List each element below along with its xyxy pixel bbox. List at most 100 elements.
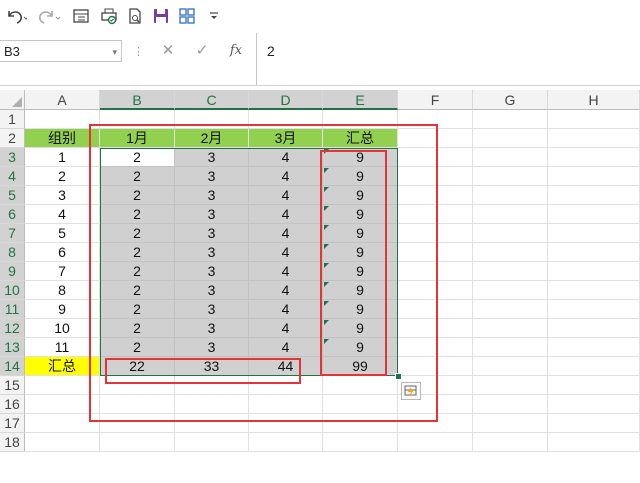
table-cell[interactable]: 2 bbox=[100, 148, 175, 167]
row-header-2[interactable]: 2 bbox=[0, 129, 25, 148]
column-header-h[interactable]: H bbox=[548, 90, 640, 110]
cell-b15[interactable] bbox=[100, 376, 175, 395]
table-cell[interactable]: 9 bbox=[323, 148, 398, 167]
cell-h12[interactable] bbox=[548, 319, 640, 338]
print-preview-icon[interactable] bbox=[98, 5, 120, 27]
cell-b17[interactable] bbox=[100, 414, 175, 433]
row-header-18[interactable]: 18 bbox=[0, 433, 25, 452]
formula-input[interactable]: 2 bbox=[256, 33, 640, 85]
fill-handle[interactable] bbox=[395, 373, 402, 380]
cell-d17[interactable] bbox=[249, 414, 323, 433]
table-cell[interactable]: 2 bbox=[100, 167, 175, 186]
cell-f10[interactable] bbox=[398, 281, 473, 300]
table-cell[interactable]: 9 bbox=[323, 300, 398, 319]
cell-a16[interactable] bbox=[25, 395, 100, 414]
cell-h11[interactable] bbox=[548, 300, 640, 319]
table-header-cell[interactable]: 组别 bbox=[25, 129, 100, 148]
cell-f4[interactable] bbox=[398, 167, 473, 186]
table-cell[interactable]: 4 bbox=[249, 243, 323, 262]
print-icon[interactable] bbox=[124, 5, 146, 27]
cell-h8[interactable] bbox=[548, 243, 640, 262]
table-cell[interactable]: 4 bbox=[249, 319, 323, 338]
cell-f6[interactable] bbox=[398, 205, 473, 224]
table-cell[interactable]: 3 bbox=[25, 186, 100, 205]
table-cell[interactable]: 4 bbox=[249, 262, 323, 281]
cell-b16[interactable] bbox=[100, 395, 175, 414]
chevron-down-icon[interactable]: ▾ bbox=[112, 41, 117, 63]
table-cell[interactable]: 9 bbox=[323, 262, 398, 281]
table-cell[interactable]: 2 bbox=[100, 300, 175, 319]
table-header-cell[interactable]: 2月 bbox=[175, 129, 249, 148]
cell-a1[interactable] bbox=[25, 110, 100, 129]
cell-c17[interactable] bbox=[175, 414, 249, 433]
table-cell[interactable]: 2 bbox=[100, 224, 175, 243]
cell-g1[interactable] bbox=[473, 110, 548, 129]
cell-c1[interactable] bbox=[175, 110, 249, 129]
cell-g12[interactable] bbox=[473, 319, 548, 338]
cell-f12[interactable] bbox=[398, 319, 473, 338]
table-cell[interactable]: 3 bbox=[175, 186, 249, 205]
cell-h13[interactable] bbox=[548, 338, 640, 357]
cell-h14[interactable] bbox=[548, 357, 640, 376]
insert-function-icon[interactable]: fx bbox=[224, 40, 248, 62]
cell-g13[interactable] bbox=[473, 338, 548, 357]
total-cell[interactable]: 22 bbox=[100, 357, 175, 376]
cell-f8[interactable] bbox=[398, 243, 473, 262]
column-header-e[interactable]: E bbox=[323, 90, 398, 110]
more-icon[interactable] bbox=[204, 5, 224, 27]
table-cell[interactable]: 3 bbox=[175, 205, 249, 224]
total-cell[interactable]: 33 bbox=[175, 357, 249, 376]
cell-f18[interactable] bbox=[398, 433, 473, 452]
cell-f11[interactable] bbox=[398, 300, 473, 319]
cell-h10[interactable] bbox=[548, 281, 640, 300]
row-header-11[interactable]: 11 bbox=[0, 300, 25, 319]
table-cell[interactable]: 6 bbox=[25, 243, 100, 262]
table-cell[interactable]: 4 bbox=[25, 205, 100, 224]
table-cell[interactable]: 9 bbox=[323, 186, 398, 205]
cell-g17[interactable] bbox=[473, 414, 548, 433]
row-header-6[interactable]: 6 bbox=[0, 205, 25, 224]
row-header-10[interactable]: 10 bbox=[0, 281, 25, 300]
cell-g11[interactable] bbox=[473, 300, 548, 319]
column-header-d[interactable]: D bbox=[249, 90, 323, 110]
table-cell[interactable]: 4 bbox=[249, 224, 323, 243]
row-header-1[interactable]: 1 bbox=[0, 110, 25, 129]
cell-h2[interactable] bbox=[548, 129, 640, 148]
table-cell[interactable]: 1 bbox=[25, 148, 100, 167]
table-cell[interactable]: 9 bbox=[323, 319, 398, 338]
cell-b1[interactable] bbox=[100, 110, 175, 129]
row-header-4[interactable]: 4 bbox=[0, 167, 25, 186]
cell-f13[interactable] bbox=[398, 338, 473, 357]
table-cell[interactable]: 4 bbox=[249, 148, 323, 167]
redo-icon[interactable] bbox=[36, 5, 64, 27]
cell-h7[interactable] bbox=[548, 224, 640, 243]
table-cell[interactable]: 3 bbox=[175, 224, 249, 243]
cell-f17[interactable] bbox=[398, 414, 473, 433]
enter-icon[interactable]: ✓ bbox=[190, 40, 214, 62]
row-header-5[interactable]: 5 bbox=[0, 186, 25, 205]
table-cell[interactable]: 3 bbox=[175, 167, 249, 186]
cell-f3[interactable] bbox=[398, 148, 473, 167]
table-cell[interactable]: 3 bbox=[175, 319, 249, 338]
table-cell[interactable]: 10 bbox=[25, 319, 100, 338]
total-cell[interactable]: 44 bbox=[249, 357, 323, 376]
cell-a17[interactable] bbox=[25, 414, 100, 433]
cell-e17[interactable] bbox=[323, 414, 398, 433]
cell-g5[interactable] bbox=[473, 186, 548, 205]
table-cell[interactable]: 2 bbox=[25, 167, 100, 186]
cell-f1[interactable] bbox=[398, 110, 473, 129]
cell-g2[interactable] bbox=[473, 129, 548, 148]
cell-h4[interactable] bbox=[548, 167, 640, 186]
cell-g10[interactable] bbox=[473, 281, 548, 300]
row-header-12[interactable]: 12 bbox=[0, 319, 25, 338]
cancel-icon[interactable]: ✕ bbox=[156, 40, 180, 62]
table-cell[interactable]: 9 bbox=[323, 281, 398, 300]
table-cell[interactable]: 2 bbox=[100, 205, 175, 224]
row-header-17[interactable]: 17 bbox=[0, 414, 25, 433]
cell-f7[interactable] bbox=[398, 224, 473, 243]
table-cell[interactable]: 2 bbox=[100, 186, 175, 205]
table-cell[interactable]: 2 bbox=[100, 319, 175, 338]
cell-h1[interactable] bbox=[548, 110, 640, 129]
column-header-b[interactable]: B bbox=[100, 90, 175, 110]
cell-h17[interactable] bbox=[548, 414, 640, 433]
